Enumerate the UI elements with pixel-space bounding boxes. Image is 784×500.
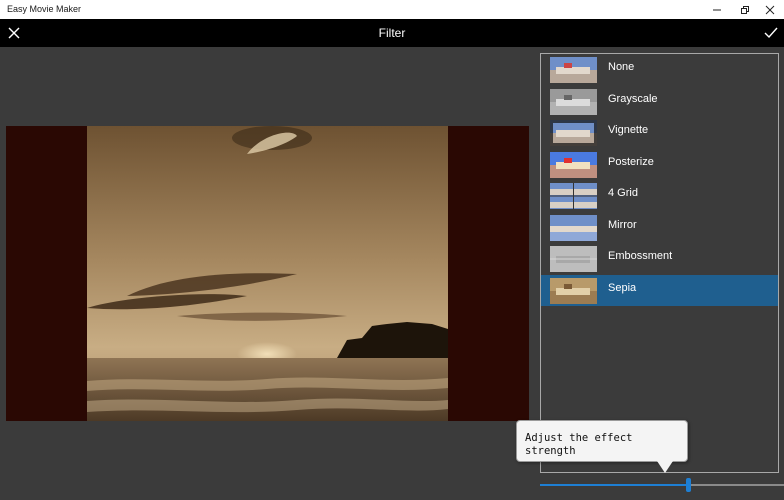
sepia-sunset-image	[87, 126, 448, 421]
filter-thumbnail	[550, 88, 597, 115]
tooltip-line-1: Adjust the effect	[525, 432, 633, 444]
filter-item-vignette[interactable]: Vignette	[541, 117, 778, 149]
slider-track	[689, 484, 784, 486]
filter-thumbnail	[550, 277, 597, 304]
slider-thumb[interactable]	[686, 478, 691, 492]
filter-thumbnail	[550, 246, 597, 272]
filter-label: 4 Grid	[608, 187, 638, 199]
tooltip-tail	[657, 461, 673, 473]
tooltip-text: Adjust the effect strength	[525, 432, 632, 458]
filter-label: Vignette	[608, 124, 649, 136]
video-preview	[6, 126, 529, 421]
effect-strength-slider[interactable]	[540, 478, 784, 492]
slider-track-fill	[540, 484, 689, 486]
filter-item-none[interactable]: None	[541, 54, 778, 86]
filter-header: Filter	[0, 19, 784, 47]
filter-item-sepia[interactable]: Sepia	[541, 274, 778, 306]
window-close-button[interactable]	[756, 0, 784, 19]
filter-item-grayscale[interactable]: Grayscale	[541, 86, 778, 118]
restore-icon	[741, 5, 749, 14]
filter-label: Posterize	[608, 155, 654, 168]
minimize-button[interactable]	[703, 0, 731, 19]
filter-label: Sepia	[608, 281, 637, 294]
filter-item-posterize[interactable]: Posterize	[541, 149, 778, 181]
filter-thumbnail	[550, 183, 597, 209]
filter-thumbnail	[550, 214, 597, 241]
app-title: Easy Movie Maker	[7, 4, 82, 14]
effect-strength-tooltip: Adjust the effect strength	[516, 420, 688, 473]
filter-thumbnail	[550, 151, 597, 178]
check-icon	[764, 27, 778, 39]
filter-list: None Grayscale Vignette Posterize 4 Grid	[541, 54, 778, 306]
minimize-icon	[713, 9, 721, 10]
filter-label: None	[608, 61, 635, 73]
filter-item-4-grid[interactable]: 4 Grid	[541, 180, 778, 212]
filter-thumbnail	[550, 57, 597, 83]
filter-thumbnail	[550, 120, 597, 146]
filter-list-panel: None Grayscale Vignette Posterize 4 Grid	[540, 53, 779, 473]
filter-label: Grayscale	[608, 92, 658, 105]
confirm-button[interactable]	[757, 19, 784, 47]
tooltip-line-2: strength	[525, 445, 576, 457]
restore-button[interactable]	[731, 0, 759, 19]
filter-item-embossment[interactable]: Embossment	[541, 243, 778, 275]
filter-label: Mirror	[608, 218, 637, 231]
filter-item-mirror[interactable]: Mirror	[541, 212, 778, 244]
page-title: Filter	[378, 26, 406, 40]
close-icon	[765, 5, 775, 14]
filter-label: Embossment	[608, 250, 673, 262]
window-titlebar: Easy Movie Maker	[0, 0, 784, 19]
preview-image	[87, 126, 448, 421]
